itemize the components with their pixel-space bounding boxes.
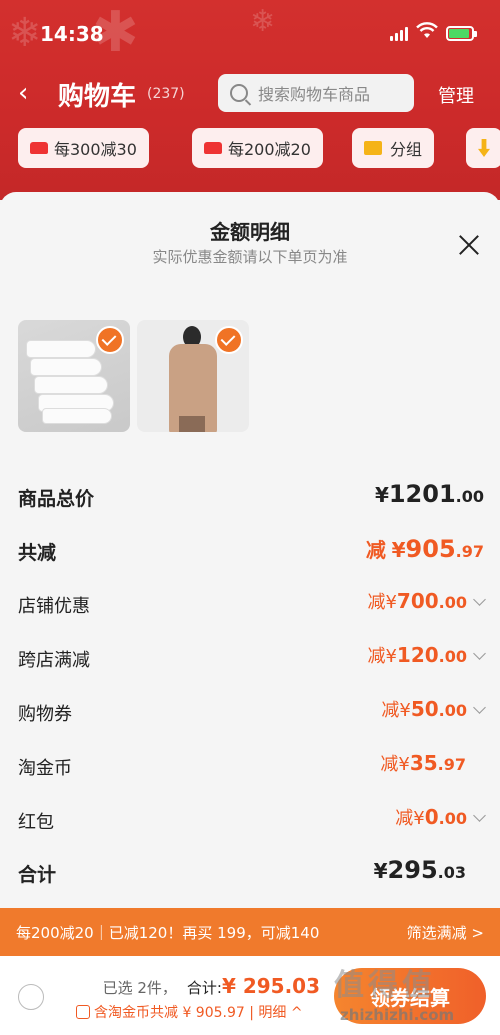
total-label: 合计: (186, 979, 222, 997)
filter-chip-300[interactable]: 每300减30 (18, 128, 149, 168)
watermark-logo: 值得值 (334, 968, 436, 1003)
sheet-subtitle: 实际优惠金额请以下单页为准 (152, 248, 348, 266)
filter-chip-more[interactable] (466, 128, 500, 168)
filter-chip-200[interactable]: 每200减20 (192, 128, 323, 168)
row-value: 减 ¥50.00 (381, 696, 486, 722)
search-placeholder: 搜索购物车商品 (258, 85, 371, 104)
app-header: ❄ ✱ ❄ 14:38 ‹ 购物车 (237) 搜索购物车商品 管理 每300减… (0, 0, 500, 200)
coupon-icon (30, 142, 48, 154)
row-cross-store[interactable]: 跨店满减 减 ¥120.00 (18, 642, 486, 676)
coin-icon (76, 1005, 90, 1019)
back-icon[interactable]: ‹ (18, 78, 28, 108)
selection-summary: 已选 2件， 合计: ¥ 295.03 (103, 974, 320, 998)
coupon-icon (204, 142, 222, 154)
page-title: 购物车 (58, 82, 137, 112)
checked-icon[interactable] (96, 326, 124, 354)
signal-icon (390, 27, 408, 41)
selected-count: 已选 2件， (102, 979, 177, 997)
manage-button[interactable]: 管理 (438, 82, 474, 108)
chevron-down-icon (473, 809, 486, 822)
chevron-down-icon (473, 593, 486, 606)
row-label: 购物券 (18, 704, 72, 725)
row-store-discount[interactable]: 店铺优惠 减 ¥700.00 (18, 588, 486, 622)
chevron-down-icon (473, 647, 486, 660)
row-voucher[interactable]: 购物券 减 ¥50.00 (18, 696, 486, 730)
row-red-packet[interactable]: 红包 减 ¥0.00 (18, 804, 486, 838)
nav-row: ‹ 购物车 (237) 搜索购物车商品 管理 (0, 72, 500, 116)
row-label: 淘金币 (18, 758, 72, 779)
filter-row: 每300减30 每200减20 分组 (0, 128, 500, 172)
row-value: 减 ¥0.00 (395, 804, 486, 830)
amount-detail-sheet: 金额明细 实际优惠金额请以下单页为准 商品总价 ¥1201.00 共减 减 ¥9… (0, 192, 500, 908)
status-time: 14:38 (40, 22, 104, 46)
row-grand-total: 合计 ¥295.03 (18, 856, 484, 890)
arrow-down-icon (478, 139, 490, 157)
battery-icon (446, 26, 477, 41)
coin-discount-detail[interactable]: 含淘金币共减 ¥ 905.97 | 明细 ^ (76, 1002, 303, 1022)
promo-text: 每200减20｜已减120！再买 199，可减140 (16, 923, 320, 942)
row-label: 红包 (18, 812, 54, 833)
filter-chip-group[interactable]: 分组 (352, 128, 435, 168)
row-value: 减 ¥700.00 (367, 588, 486, 614)
coin-discount-text: 含淘金币共减 ¥ 905.97 | 明细 ^ (94, 1005, 303, 1021)
row-label: 合计 (18, 864, 57, 886)
product-thumbnail-socks[interactable] (18, 320, 130, 432)
product-thumbnail-coat[interactable] (137, 320, 249, 432)
folder-icon (364, 141, 382, 155)
row-value: 减 ¥120.00 (367, 642, 486, 668)
row-coins: 淘金币 减 ¥35.97 (18, 750, 484, 784)
row-label: 商品总价 (18, 488, 95, 510)
search-icon (230, 84, 248, 102)
filter-chip-label: 每300减30 (54, 140, 137, 159)
total-price: ¥ 295.03 (221, 974, 320, 998)
row-value: ¥1201.00 (374, 480, 484, 508)
wifi-icon (416, 22, 438, 44)
row-total-price: 商品总价 ¥1201.00 (18, 480, 484, 514)
row-label: 共减 (18, 542, 57, 564)
row-value: 减 ¥905.97 (365, 535, 484, 563)
watermark-url: zhizhizhi.com (340, 1006, 455, 1024)
filter-chip-label: 每200减20 (228, 140, 311, 159)
close-icon[interactable] (456, 232, 482, 258)
search-input[interactable]: 搜索购物车商品 (218, 74, 414, 112)
chevron-down-icon (473, 701, 486, 714)
row-value: ¥295.03 (373, 856, 466, 884)
row-label: 店铺优惠 (18, 596, 90, 617)
checked-icon[interactable] (215, 326, 243, 354)
status-bar: 14:38 (0, 0, 500, 60)
sheet-title: 金额明细 (210, 220, 290, 244)
cart-count: (237) (147, 86, 185, 102)
promo-banner[interactable]: 每200减20｜已减120！再买 199，可减140 筛选满减 > (0, 908, 500, 956)
row-label: 跨店满减 (18, 650, 90, 671)
row-value: 减 ¥35.97 (380, 751, 466, 775)
select-all-radio[interactable] (18, 984, 44, 1010)
row-total-discount: 共减 减 ¥905.97 (18, 534, 484, 568)
filter-full-reduction-link[interactable]: 筛选满减 > (407, 922, 484, 943)
filter-chip-label: 分组 (390, 140, 423, 159)
